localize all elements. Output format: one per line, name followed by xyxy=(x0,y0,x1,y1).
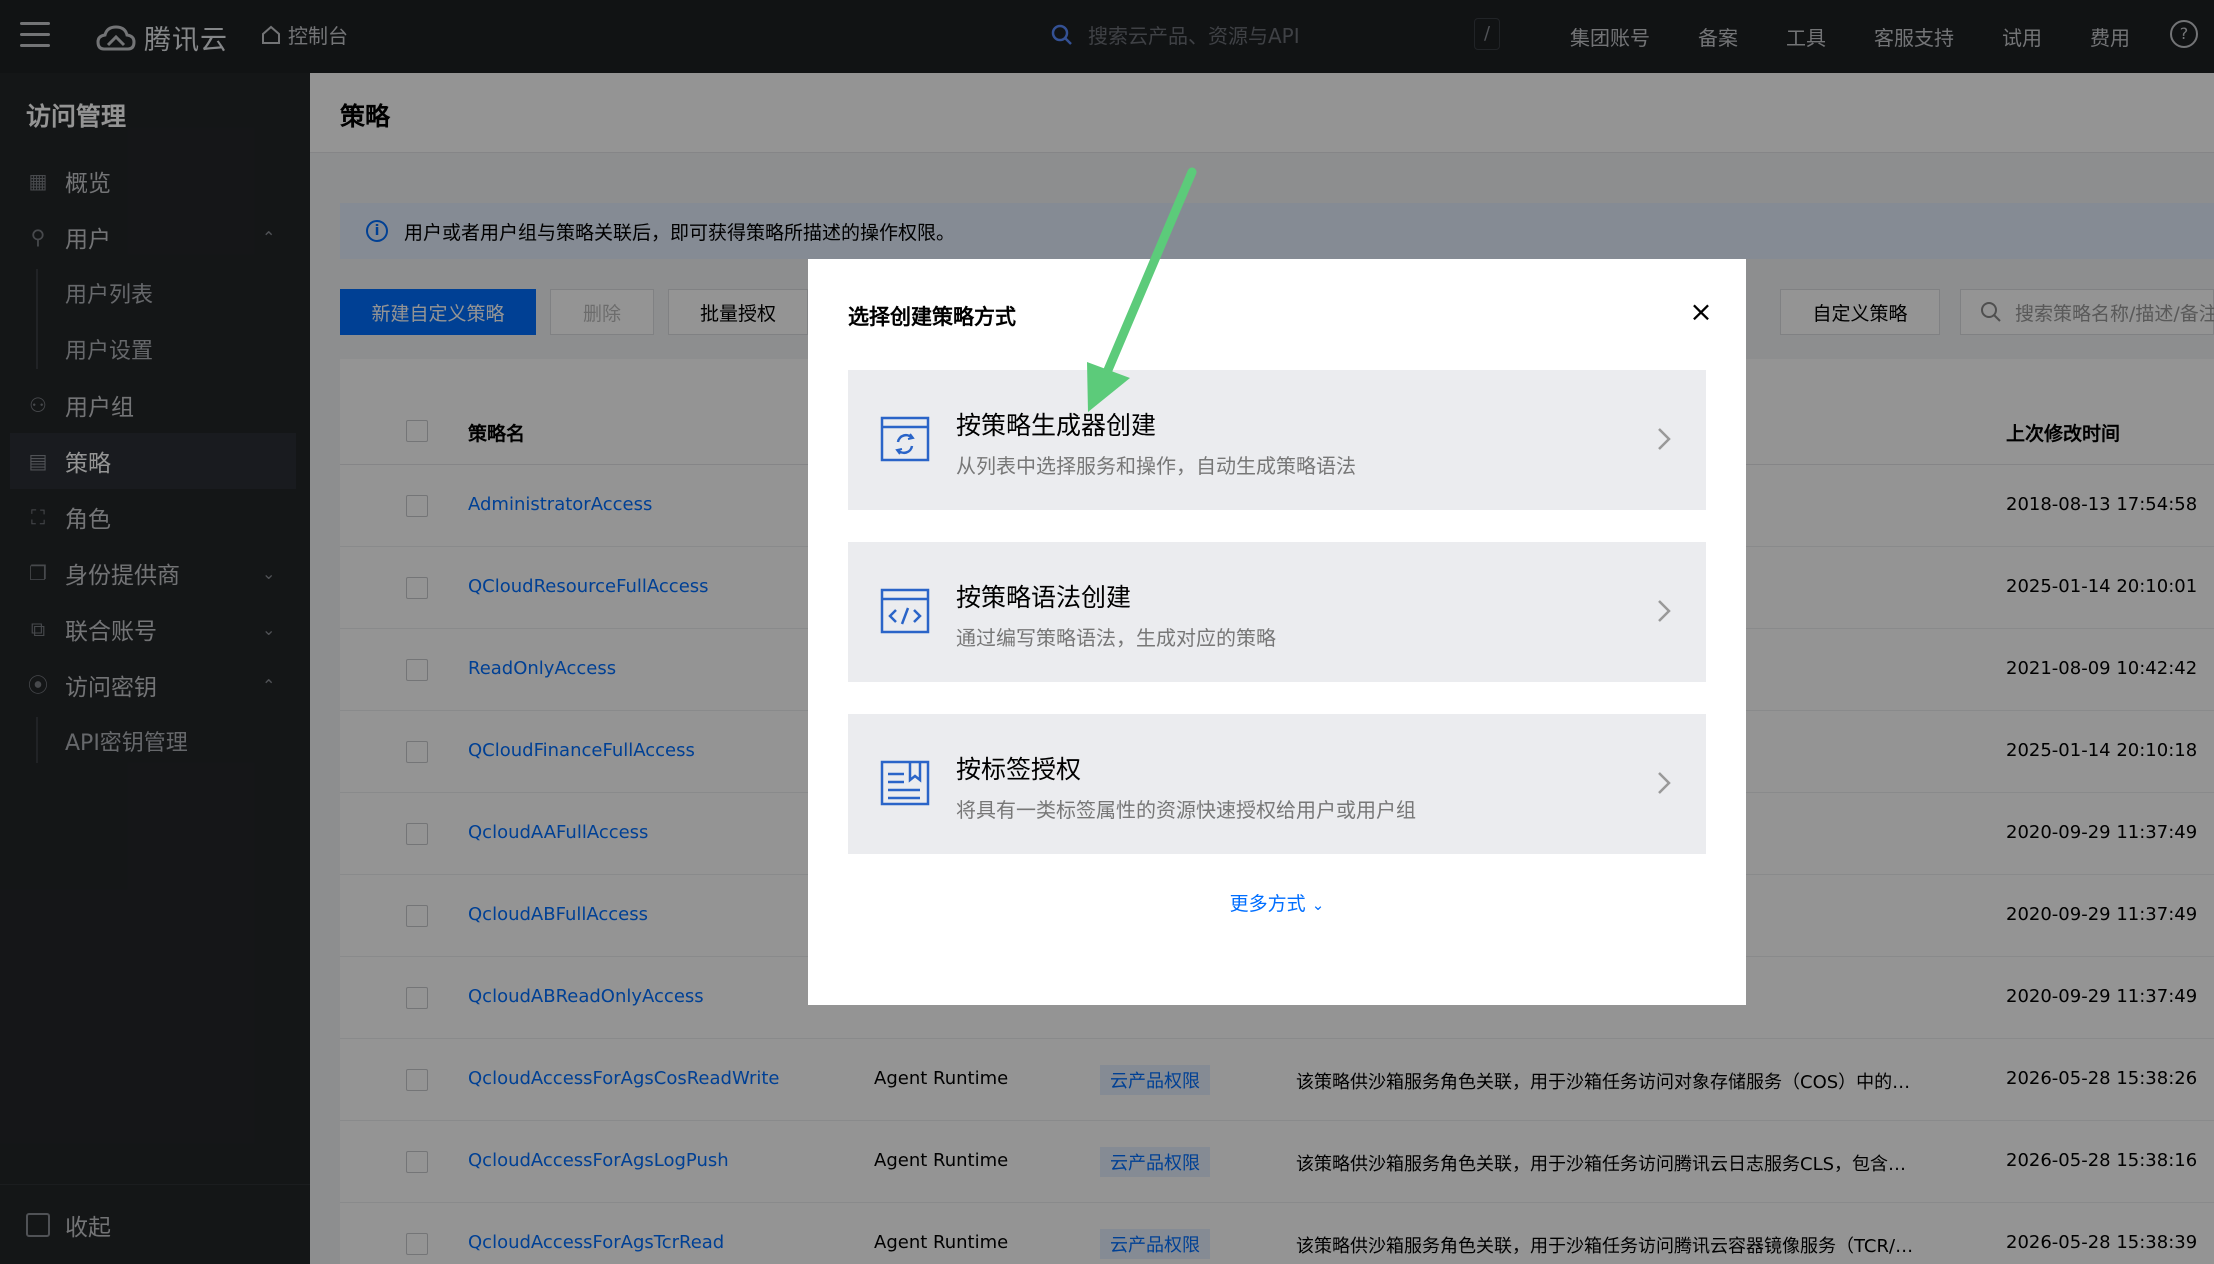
option-description: 将具有一类标签属性的资源快速授权给用户或用户组 xyxy=(956,798,1416,822)
close-icon[interactable]: × xyxy=(1686,297,1716,327)
more-options-label: 更多方式 xyxy=(1229,893,1306,915)
option-title: 按标签授权 xyxy=(956,755,1082,784)
create-policy-dialog: 选择创建策略方式 × 按策略生成器创建 从列表中选择服务和操作，自动生成策略语法… xyxy=(808,259,1746,1005)
option-title: 按策略语法创建 xyxy=(956,583,1132,612)
policy-generator-icon xyxy=(880,416,930,462)
more-options-link[interactable]: 更多方式 ⌄ xyxy=(808,889,1746,916)
option-description: 从列表中选择服务和操作，自动生成策略语法 xyxy=(956,454,1356,478)
option-title: 按策略生成器创建 xyxy=(956,411,1157,440)
option-policy-syntax[interactable]: 按策略语法创建 通过编写策略语法，生成对应的策略 xyxy=(848,542,1706,682)
dialog-title: 选择创建策略方式 xyxy=(848,305,1016,329)
option-policy-generator[interactable]: 按策略生成器创建 从列表中选择服务和操作，自动生成策略语法 xyxy=(848,370,1706,510)
chevron-right-icon xyxy=(1658,772,1671,794)
code-syntax-icon xyxy=(880,588,930,634)
option-description: 通过编写策略语法，生成对应的策略 xyxy=(956,626,1276,650)
option-tag-grant[interactable]: 按标签授权 将具有一类标签属性的资源快速授权给用户或用户组 xyxy=(848,714,1706,854)
chevron-down-icon: ⌄ xyxy=(1311,896,1325,914)
chevron-right-icon xyxy=(1658,600,1671,622)
chevron-right-icon xyxy=(1658,428,1671,450)
tag-grant-icon xyxy=(880,760,930,806)
